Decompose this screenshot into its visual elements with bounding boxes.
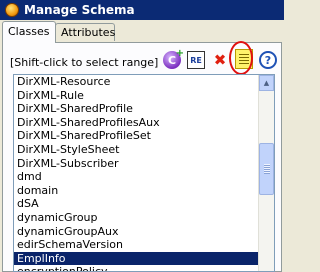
help-button[interactable]: ? xyxy=(259,51,277,69)
novell-logo-icon xyxy=(5,3,19,17)
help-icon: ? xyxy=(264,53,272,67)
re-button[interactable]: RE xyxy=(187,51,205,69)
list-item[interactable]: DirXML-Rule xyxy=(14,89,259,103)
delete-button[interactable]: ✖ xyxy=(211,51,229,69)
add-class-button[interactable]: C + xyxy=(163,48,184,69)
list-item[interactable]: DirXML-Subscriber xyxy=(14,157,259,171)
list-item[interactable]: DirXML-SharedProfileSet xyxy=(14,129,259,143)
list-item[interactable]: dSA xyxy=(14,197,259,211)
manage-schema-window: Manage Schema Classes Attributes [Shift-… xyxy=(0,0,284,272)
list-item[interactable]: DirXML-SharedProfile xyxy=(14,102,259,116)
chevron-up-icon: ▲ xyxy=(263,79,270,87)
plus-icon: + xyxy=(175,48,184,59)
list-item[interactable]: DirXML-SharedProfilesAux xyxy=(14,116,259,130)
list-item[interactable]: domain xyxy=(14,184,259,198)
list-item[interactable]: edirSchemaVersion xyxy=(14,238,259,252)
tab-attributes[interactable]: Attributes xyxy=(55,23,115,41)
class-list-items: DirXML-Resource DirXML-Rule DirXML-SharedP… xyxy=(14,75,259,271)
grip-icon xyxy=(264,164,270,174)
list-item[interactable]: dmd xyxy=(14,170,259,184)
list-item[interactable]: dynamicGroup xyxy=(14,211,259,225)
tab-classes[interactable]: Classes xyxy=(2,21,56,43)
shift-click-hint: [Shift-click to select range] xyxy=(10,56,159,69)
list-item[interactable]: DirXML-Resource xyxy=(14,75,259,89)
class-list[interactable]: DirXML-Resource DirXML-Rule DirXML-SharedP… xyxy=(13,74,275,272)
list-item[interactable]: EmplInfo xyxy=(14,251,259,266)
window-title: Manage Schema xyxy=(24,3,135,17)
delete-icon: ✖ xyxy=(213,51,227,69)
notes-icon xyxy=(239,54,249,64)
scroll-up-button[interactable]: ▲ xyxy=(259,75,274,91)
notes-button[interactable] xyxy=(235,49,253,69)
list-item[interactable]: DirXML-StyleSheet xyxy=(14,143,259,157)
tab-strip: Classes Attributes xyxy=(0,21,284,43)
list-item[interactable]: dynamicGroupAux xyxy=(14,225,259,239)
list-item[interactable]: encryptionPolicy xyxy=(14,265,259,271)
title-bar: Manage Schema xyxy=(0,0,284,20)
vertical-scrollbar[interactable]: ▲ xyxy=(258,75,274,271)
scroll-thumb[interactable] xyxy=(259,143,274,195)
re-icon: RE xyxy=(190,55,202,65)
